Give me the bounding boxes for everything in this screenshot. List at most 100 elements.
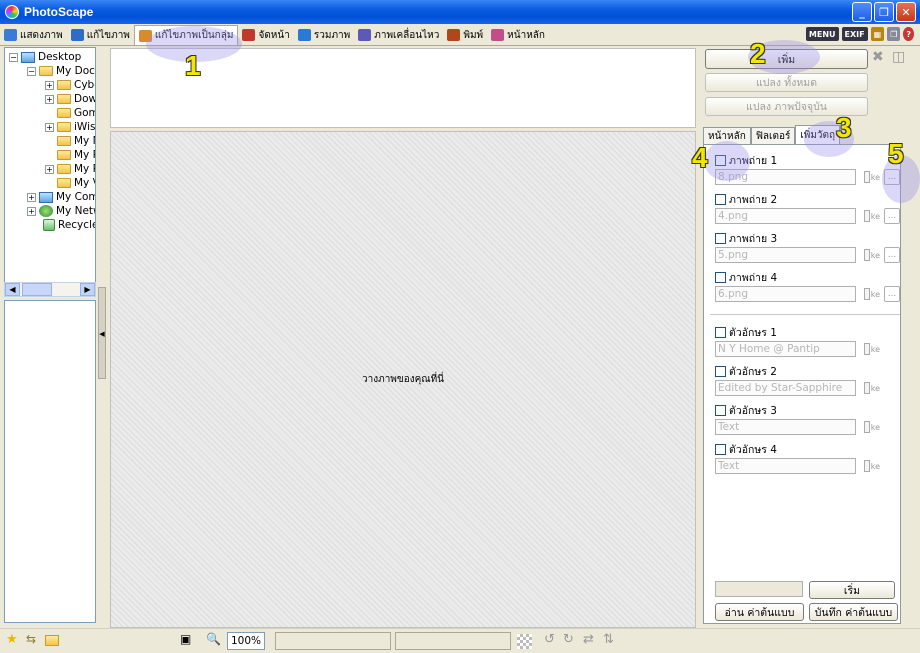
browse-photo-2-button[interactable]: ... — [884, 208, 900, 224]
copy-icon[interactable]: ❐ — [887, 27, 901, 41]
scroll-right-icon[interactable]: ▶ — [80, 283, 95, 296]
expand-icon[interactable]: + — [27, 192, 36, 202]
help-icon[interactable]: ? — [903, 27, 914, 41]
photo-4-checkbox[interactable] — [715, 271, 726, 283]
edit-icon[interactable]: ke — [864, 287, 880, 301]
home-icon — [491, 29, 505, 41]
tree-item[interactable]: My Music — [57, 134, 95, 148]
tree-item[interactable]: My Pictures — [57, 148, 95, 162]
tree-item[interactable]: Gom — [57, 106, 95, 120]
tree-item[interactable]: +Downloads — [45, 92, 95, 106]
edit-icon[interactable]: ke — [864, 170, 880, 184]
flip-horizontal-icon[interactable]: ⇄ — [583, 632, 594, 650]
drop-area[interactable]: วางภาพของคุณที่นี่ — [110, 131, 696, 628]
start-button[interactable]: เริ่ม — [809, 581, 895, 599]
folder-tree[interactable]: −Desktop −My Documents +CyberLink +Downl… — [4, 47, 96, 297]
text-3-checkbox[interactable] — [715, 404, 726, 416]
text-1-checkbox-row[interactable]: ตัวอักษร 1 — [715, 325, 777, 339]
star-icon[interactable]: ★ — [6, 632, 18, 650]
text-3-field[interactable]: Text — [715, 419, 856, 435]
text-1-field[interactable]: N Y Home @ Pantip — [715, 341, 856, 357]
minimize-button[interactable]: _ — [852, 2, 872, 22]
text-4-field[interactable]: Text — [715, 458, 856, 474]
collapse-arrow-icon[interactable]: ◀ — [98, 287, 106, 379]
photo-3-field[interactable]: 5.png — [715, 247, 856, 263]
expand-icon[interactable]: + — [27, 206, 36, 216]
text-2-field[interactable]: Edited by Star-Sapphire — [715, 380, 856, 396]
menu-button[interactable]: MENU — [805, 27, 839, 41]
load-preset-button[interactable]: อ่าน ค่าต้นแบบ — [715, 603, 804, 621]
photo-4-checkbox-row[interactable]: ภาพถ่าย 4 — [715, 270, 777, 284]
expand-icon[interactable]: + — [45, 122, 54, 132]
trash-icon[interactable]: ◫ — [892, 49, 905, 65]
text-4-checkbox-row[interactable]: ตัวอักษร 4 — [715, 442, 777, 456]
tree-item[interactable]: +CyberLink — [45, 78, 95, 92]
photo-2-checkbox[interactable] — [715, 193, 726, 205]
tab-print[interactable]: พิมพ์ — [443, 25, 487, 45]
zoom-icon[interactable]: 🔍 — [206, 632, 221, 650]
tab-page[interactable]: จัดหน้า — [238, 25, 293, 45]
collapse-icon[interactable]: − — [9, 52, 18, 62]
tree-item[interactable]: My Videos — [57, 176, 95, 190]
convert-all-button[interactable]: แปลง ทั้งหมด — [705, 73, 868, 92]
tree-item-my-computer[interactable]: +My Computer — [27, 190, 95, 204]
rotate-right-icon[interactable]: ↻ — [563, 632, 574, 650]
panel-splitter[interactable]: ◀ — [97, 47, 107, 623]
zoom-level[interactable]: 100% — [227, 632, 265, 650]
edit-icon[interactable]: ke — [864, 209, 880, 223]
folder-icon — [57, 122, 71, 132]
scroll-thumb[interactable] — [22, 283, 52, 296]
text-2-checkbox-row[interactable]: ตัวอักษร 2 — [715, 364, 777, 378]
tree-item-recycle-bin[interactable]: Recycle Bin — [43, 218, 95, 232]
save-preset-button[interactable]: บันทึก ค่าต้นแบบ — [809, 603, 898, 621]
photo-3-checkbox[interactable] — [715, 232, 726, 244]
tab-viewer[interactable]: แสดงภาพ — [0, 25, 67, 45]
fit-zoom-icon[interactable]: ▣ — [180, 632, 191, 650]
tab-animated-gif[interactable]: ภาพเคลื่อนไหว — [354, 25, 443, 45]
tab-combine[interactable]: รวมภาพ — [294, 25, 354, 45]
open-folder-icon[interactable] — [45, 635, 59, 646]
photo-2-field[interactable]: 4.png — [715, 208, 856, 224]
tree-item-my-documents[interactable]: −My Documents — [27, 64, 95, 78]
text-1-checkbox[interactable] — [715, 326, 726, 338]
flip-vertical-icon[interactable]: ⇅ — [603, 632, 614, 650]
collapse-icon[interactable]: − — [27, 66, 36, 76]
tree-item[interactable]: +My Pictures — [45, 162, 95, 176]
section-divider — [710, 314, 900, 315]
window-title: PhotoScape — [24, 5, 94, 19]
film-icon[interactable]: ▦ — [870, 27, 885, 41]
swap-icon[interactable]: ⇆ — [26, 632, 36, 650]
scroll-left-icon[interactable]: ◀ — [5, 283, 20, 296]
checkerboard-icon[interactable] — [517, 634, 532, 649]
browse-photo-3-button[interactable]: ... — [884, 247, 900, 263]
maximize-button[interactable]: ❐ — [874, 2, 894, 22]
photo-3-checkbox-row[interactable]: ภาพถ่าย 3 — [715, 231, 777, 245]
expand-icon[interactable]: + — [45, 164, 54, 174]
tree-item[interactable]: +iWisoft — [45, 120, 95, 134]
browse-photo-4-button[interactable]: ... — [884, 286, 900, 302]
thumbnail-panel[interactable] — [4, 300, 96, 623]
edit-icon[interactable]: ke — [864, 342, 880, 356]
text-3-checkbox-row[interactable]: ตัวอักษร 3 — [715, 403, 777, 417]
edit-icon[interactable]: ke — [864, 459, 880, 473]
expand-icon[interactable]: + — [45, 94, 54, 104]
editor-icon — [70, 29, 84, 41]
exif-button[interactable]: EXIF — [841, 27, 868, 41]
tree-item-desktop[interactable]: − Desktop — [9, 50, 81, 64]
tab-filter[interactable]: ฟิลเตอร์ — [750, 127, 796, 145]
remove-icon[interactable]: ✖ — [872, 49, 884, 65]
edit-icon[interactable]: ke — [864, 420, 880, 434]
rotate-left-icon[interactable]: ↺ — [544, 632, 555, 650]
tree-horizontal-scrollbar[interactable]: ◀ ▶ — [4, 282, 96, 297]
close-button[interactable]: ✕ — [896, 2, 916, 22]
photo-2-checkbox-row[interactable]: ภาพถ่าย 2 — [715, 192, 777, 206]
photo-4-field[interactable]: 6.png — [715, 286, 856, 302]
text-4-checkbox[interactable] — [715, 443, 726, 455]
tab-editor[interactable]: แก้ไขภาพ — [67, 25, 134, 45]
text-2-checkbox[interactable] — [715, 365, 726, 377]
tab-home[interactable]: หน้าหลัก — [487, 25, 549, 45]
expand-icon[interactable]: + — [45, 80, 54, 90]
tree-item-network[interactable]: +My Network Places — [27, 204, 95, 218]
edit-icon[interactable]: ke — [864, 381, 880, 395]
edit-icon[interactable]: ke — [864, 248, 880, 262]
